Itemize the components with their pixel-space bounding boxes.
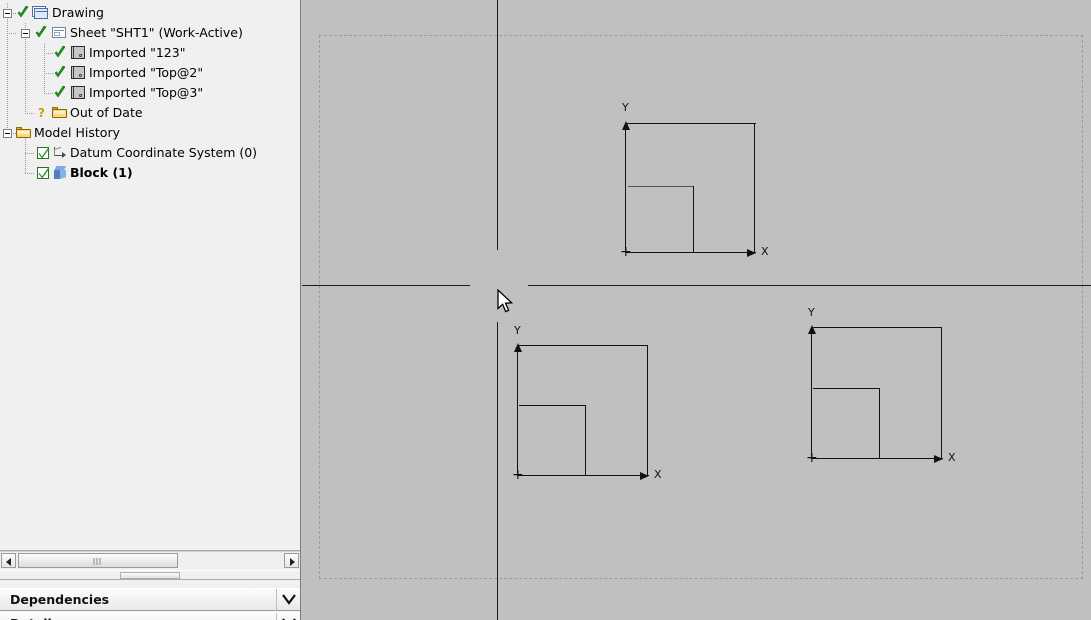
imported-view-icon xyxy=(71,46,85,59)
view-edge xyxy=(754,123,755,253)
sheet-divider-vertical-upper xyxy=(497,0,498,250)
view-edge xyxy=(813,388,880,389)
view-edge xyxy=(811,327,942,328)
panel-splitter[interactable] xyxy=(0,570,300,580)
tree-node-label: Sheet "SHT1" (Work-Active) xyxy=(70,25,243,40)
view-edge xyxy=(879,388,880,458)
green-check-icon xyxy=(53,46,67,60)
tree-node-label: Model History xyxy=(34,125,120,140)
axis-y-label: Y xyxy=(808,306,815,319)
scroll-right-button[interactable] xyxy=(284,553,299,568)
view-origin-marker: + xyxy=(620,244,632,260)
section-details[interactable]: Details xyxy=(0,612,300,620)
scrollbar-grip-icon xyxy=(93,558,103,565)
expander-minus-icon[interactable] xyxy=(3,9,12,18)
tree-node-label: Block (1) xyxy=(70,165,133,180)
sheet-divider-horizontal-left xyxy=(302,285,470,286)
view-edge xyxy=(693,186,694,252)
green-check-icon xyxy=(53,66,67,80)
part-navigator-tree[interactable]: Drawing Sheet "SHT1" (Work-Active) Impor… xyxy=(0,0,300,551)
axis-y-arrowhead-icon xyxy=(808,325,816,334)
chevron-down-icon[interactable] xyxy=(276,613,300,620)
tree-node-label: Datum Coordinate System (0) xyxy=(70,145,258,160)
chevron-down-icon[interactable] xyxy=(276,589,300,610)
expander-minus-icon[interactable] xyxy=(21,29,30,38)
folder-icon xyxy=(16,127,31,139)
tree-node-block[interactable]: Block (1) xyxy=(0,163,300,183)
tree-node-imported-123[interactable]: Imported "123" xyxy=(0,43,300,63)
tree-node-label: Out of Date xyxy=(70,105,143,120)
view-axis-y xyxy=(625,123,626,252)
view-edge xyxy=(517,345,648,346)
tree-node-drawing[interactable]: Drawing xyxy=(0,3,300,23)
section-dependencies[interactable]: Dependencies xyxy=(0,588,300,611)
question-mark-icon: ? xyxy=(38,106,45,120)
view-edge xyxy=(585,405,586,475)
scrollbar-thumb[interactable] xyxy=(18,553,178,568)
green-check-icon xyxy=(16,6,30,20)
axis-x-label: X xyxy=(654,468,662,481)
section-title: Dependencies xyxy=(10,592,110,607)
drawing-icon xyxy=(32,6,48,19)
splitter-handle[interactable] xyxy=(120,572,180,579)
view-edge xyxy=(519,405,586,406)
checkbox-checked-icon[interactable] xyxy=(37,167,49,179)
view-axis-y xyxy=(811,327,812,458)
checkbox-checked-icon[interactable] xyxy=(37,147,49,159)
block-cube-icon xyxy=(53,166,68,180)
sheet-divider-vertical-lower xyxy=(497,322,498,620)
tree-node-datum-csys[interactable]: Datum Coordinate System (0) xyxy=(0,143,300,163)
view-origin-marker: + xyxy=(512,467,524,483)
axis-x-arrowhead-icon xyxy=(747,249,756,257)
sheet-icon xyxy=(52,27,66,38)
view-axis-x xyxy=(517,475,649,476)
green-check-icon xyxy=(53,86,67,100)
view-origin-marker: + xyxy=(806,450,818,466)
tree-node-label: Imported "Top@3" xyxy=(89,85,204,100)
folder-icon xyxy=(52,107,67,119)
tree-node-label: Imported "123" xyxy=(89,45,186,60)
datum-csys-icon xyxy=(53,146,68,159)
axis-y-label: Y xyxy=(622,101,629,114)
green-check-icon xyxy=(34,26,48,40)
axis-y-arrowhead-icon xyxy=(514,343,522,352)
tree-node-imported-top3[interactable]: Imported "Top@3" xyxy=(0,83,300,103)
tree-node-label: Imported "Top@2" xyxy=(89,65,204,80)
tree-node-label: Drawing xyxy=(52,5,104,20)
application-window: Drawing Sheet "SHT1" (Work-Active) Impor… xyxy=(0,0,1091,620)
view-axis-y xyxy=(517,345,518,475)
tree-node-imported-top2[interactable]: Imported "Top@2" xyxy=(0,63,300,83)
axis-y-arrowhead-icon xyxy=(622,121,630,130)
graphics-window[interactable]: Y X + Y X + Y X + xyxy=(302,0,1091,620)
view-edge xyxy=(628,186,694,187)
view-edge xyxy=(647,345,648,475)
scroll-left-button[interactable] xyxy=(1,553,16,568)
sheet-divider-horizontal-right xyxy=(528,285,1091,286)
axis-x-arrowhead-icon xyxy=(640,472,649,480)
axis-y-label: Y xyxy=(514,324,521,337)
imported-view-icon xyxy=(71,66,85,79)
resource-navigator-panel: Drawing Sheet "SHT1" (Work-Active) Impor… xyxy=(0,0,301,620)
expander-minus-icon[interactable] xyxy=(3,129,12,138)
imported-view-icon xyxy=(71,86,85,99)
tree-node-sheet[interactable]: Sheet "SHT1" (Work-Active) xyxy=(0,23,300,43)
tree-node-model-history[interactable]: Model History xyxy=(0,123,300,143)
sheet-boundary xyxy=(319,35,1083,579)
view-axis-x xyxy=(811,458,943,459)
view-edge xyxy=(941,327,942,458)
section-title: Details xyxy=(10,616,59,620)
axis-x-label: X xyxy=(948,451,956,464)
view-edge xyxy=(625,123,756,124)
axis-x-label: X xyxy=(761,245,769,258)
view-axis-x xyxy=(625,252,756,253)
tree-node-out-of-date[interactable]: ? Out of Date xyxy=(0,103,300,123)
tree-horizontal-scrollbar[interactable] xyxy=(0,551,300,569)
axis-x-arrowhead-icon xyxy=(934,455,943,463)
